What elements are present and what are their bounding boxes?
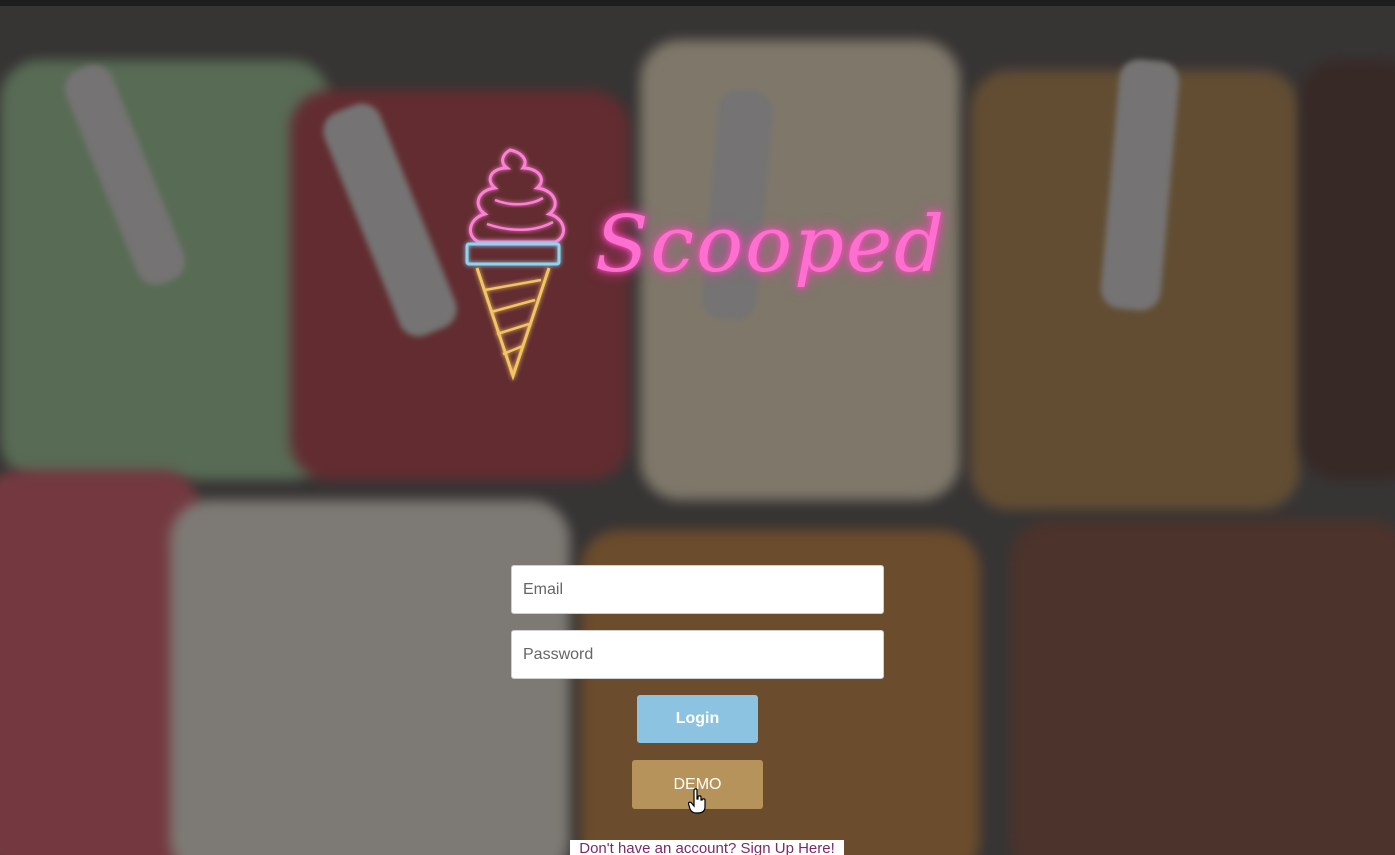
password-field[interactable] — [511, 630, 884, 679]
login-button[interactable]: Login — [637, 695, 758, 743]
signup-link[interactable]: Don't have an account? Sign Up Here! — [570, 840, 844, 855]
login-form — [511, 565, 884, 679]
ice-cream-cone-icon — [465, 148, 565, 381]
hand-pointer-icon — [688, 788, 706, 814]
brand-logo: Scooped — [455, 140, 965, 390]
brand-name: Scooped — [595, 200, 947, 290]
top-edge-bar — [0, 0, 1395, 6]
email-field[interactable] — [511, 565, 884, 614]
